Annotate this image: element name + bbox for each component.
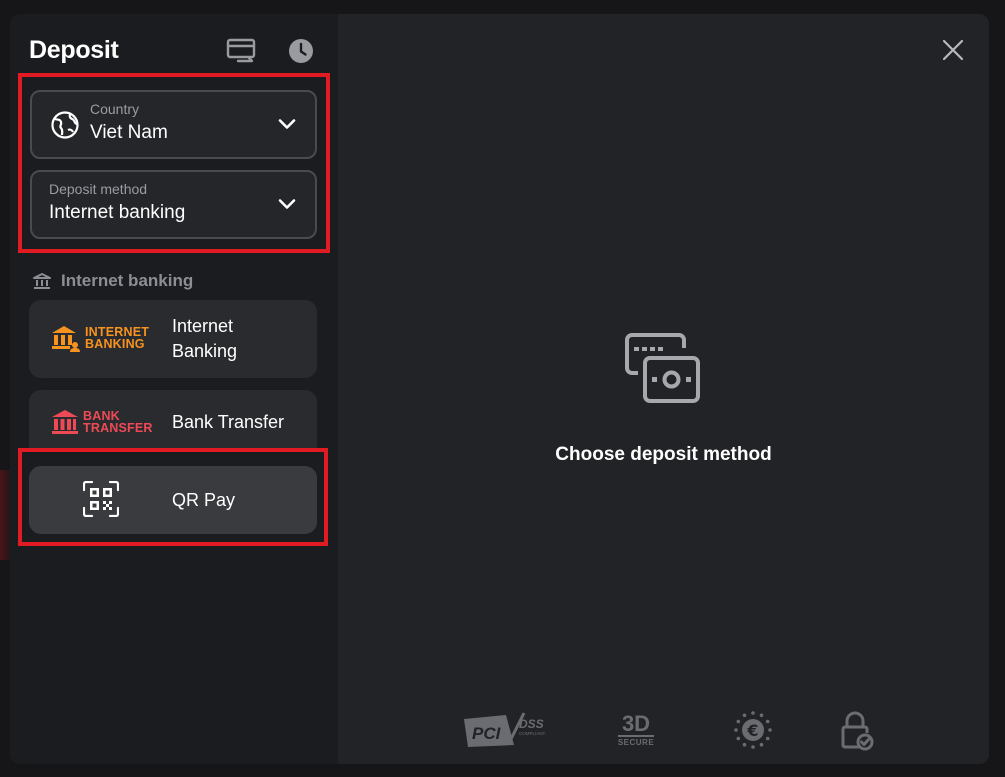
method-qr-pay[interactable]: QR Pay xyxy=(29,466,317,534)
svg-text:€: € xyxy=(746,721,758,740)
method-name: QR Pay xyxy=(172,490,236,510)
chevron-down-icon xyxy=(278,199,296,209)
close-icon xyxy=(942,39,964,61)
empty-state-text: Choose deposit method xyxy=(555,444,772,465)
euro-security-icon: € xyxy=(732,710,774,750)
secure-text: SECURE xyxy=(617,735,655,747)
method-bank-transfer[interactable]: BANK TRANSFER Bank Transfer xyxy=(29,390,317,450)
chevron-down-icon xyxy=(278,119,296,129)
globe-icon xyxy=(51,111,79,139)
section-title: Internet banking xyxy=(61,271,194,290)
logo-text: BANKING xyxy=(85,337,145,351)
country-value: Viet Nam xyxy=(90,122,168,143)
history-icon[interactable] xyxy=(286,36,316,66)
page-title: Deposit xyxy=(29,36,119,64)
deposit-method-select[interactable]: Deposit method Internet banking xyxy=(30,170,317,239)
payment-card-icon xyxy=(625,333,700,403)
country-label: Country xyxy=(90,101,140,117)
internet-banking-logo: INTERNET BANKING xyxy=(51,324,149,352)
method-name: Bank Transfer xyxy=(172,412,285,432)
bank-building-icon xyxy=(52,326,80,352)
close-button[interactable] xyxy=(939,36,967,64)
bank-icon xyxy=(33,273,51,289)
deposit-method-value: Internet banking xyxy=(49,202,186,223)
3d-text: 3D xyxy=(621,711,651,736)
pci-text: PCI xyxy=(472,724,502,743)
method-internet-banking[interactable]: INTERNET BANKING Internet Banking xyxy=(29,300,317,378)
deposit-modal: Deposit Country Viet Nam Deposit method … xyxy=(10,14,989,764)
bank-transfer-logo: BANK TRANSFER xyxy=(51,409,153,435)
qr-code-icon xyxy=(83,481,119,517)
transfer-icon[interactable] xyxy=(226,36,256,66)
deposit-sidebar: Deposit Country Viet Nam Deposit method … xyxy=(10,14,338,764)
section-header: Internet banking xyxy=(32,271,193,291)
main-panel: Choose deposit method PCI DSS COMPLIANT … xyxy=(338,14,989,764)
3d-secure-badge: 3D SECURE xyxy=(614,710,658,750)
dss-text: DSS xyxy=(519,717,544,731)
method-name-line: Banking xyxy=(172,341,238,361)
bank-building-icon xyxy=(52,410,78,434)
method-name: Internet Banking xyxy=(172,314,237,364)
deposit-method-label: Deposit method xyxy=(49,181,148,197)
compliant-text: COMPLIANT xyxy=(519,731,546,736)
country-select[interactable]: Country Viet Nam xyxy=(30,90,317,159)
logo-text: TRANSFER xyxy=(83,421,153,435)
secure-lock-icon xyxy=(840,710,874,752)
method-name-line: Internet xyxy=(172,316,234,336)
pci-dss-badge: PCI DSS COMPLIANT xyxy=(462,710,552,750)
